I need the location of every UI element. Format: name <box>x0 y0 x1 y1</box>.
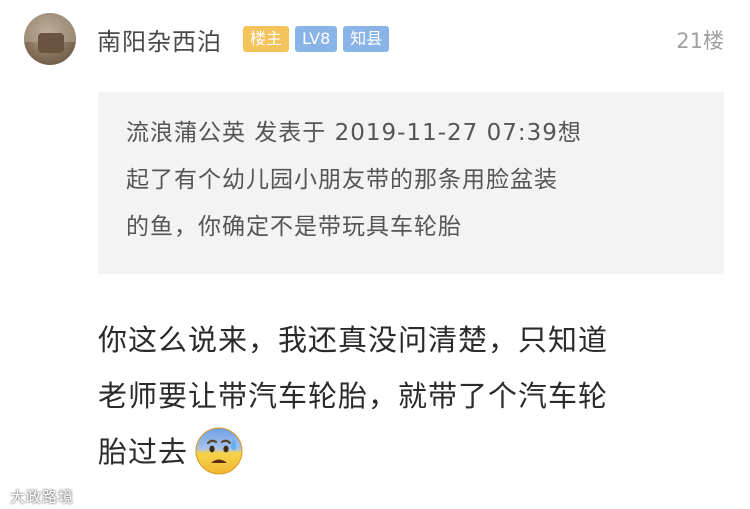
owner-badge: 楼主 <box>243 26 290 52</box>
quote-line: 的鱼，你确定不是带玩具车轮胎 <box>126 214 462 240</box>
quote-line: 流浪蒲公英 发表于 2019-11-27 07:39想 <box>126 120 582 146</box>
watermark: 大政路境 <box>10 488 75 506</box>
avatar[interactable] <box>24 13 76 65</box>
title-badge: 知县 <box>343 26 390 52</box>
user-badges: 楼主 LV8 知县 <box>243 26 390 52</box>
level-badge: LV8 <box>295 26 338 52</box>
floor-number: 21楼 <box>676 29 724 53</box>
quoted-reply[interactable]: 流浪蒲公英 发表于 2019-11-27 07:39想 起了有个幼儿园小朋友带的… <box>98 92 724 274</box>
reply-line: 你这么说来，我还真没问清楚，只知道 <box>98 323 609 357</box>
reply-line: 老师要让带汽车轮胎，就带了个汽车轮 <box>98 379 609 413</box>
anxious-sweat-face-icon <box>194 426 244 476</box>
username[interactable]: 南阳杂西泊 <box>97 22 222 57</box>
reply-line-last: 胎过去 <box>98 424 728 480</box>
quote-line: 起了有个幼儿园小朋友带的那条用脸盆装 <box>126 167 558 193</box>
reply-content: 你这么说来，我还真没问清楚，只知道 老师要让带汽车轮胎，就带了个汽车轮 胎过去 <box>98 312 728 480</box>
avatar-figure <box>38 33 64 53</box>
reply-line-text: 胎过去 <box>98 435 189 469</box>
